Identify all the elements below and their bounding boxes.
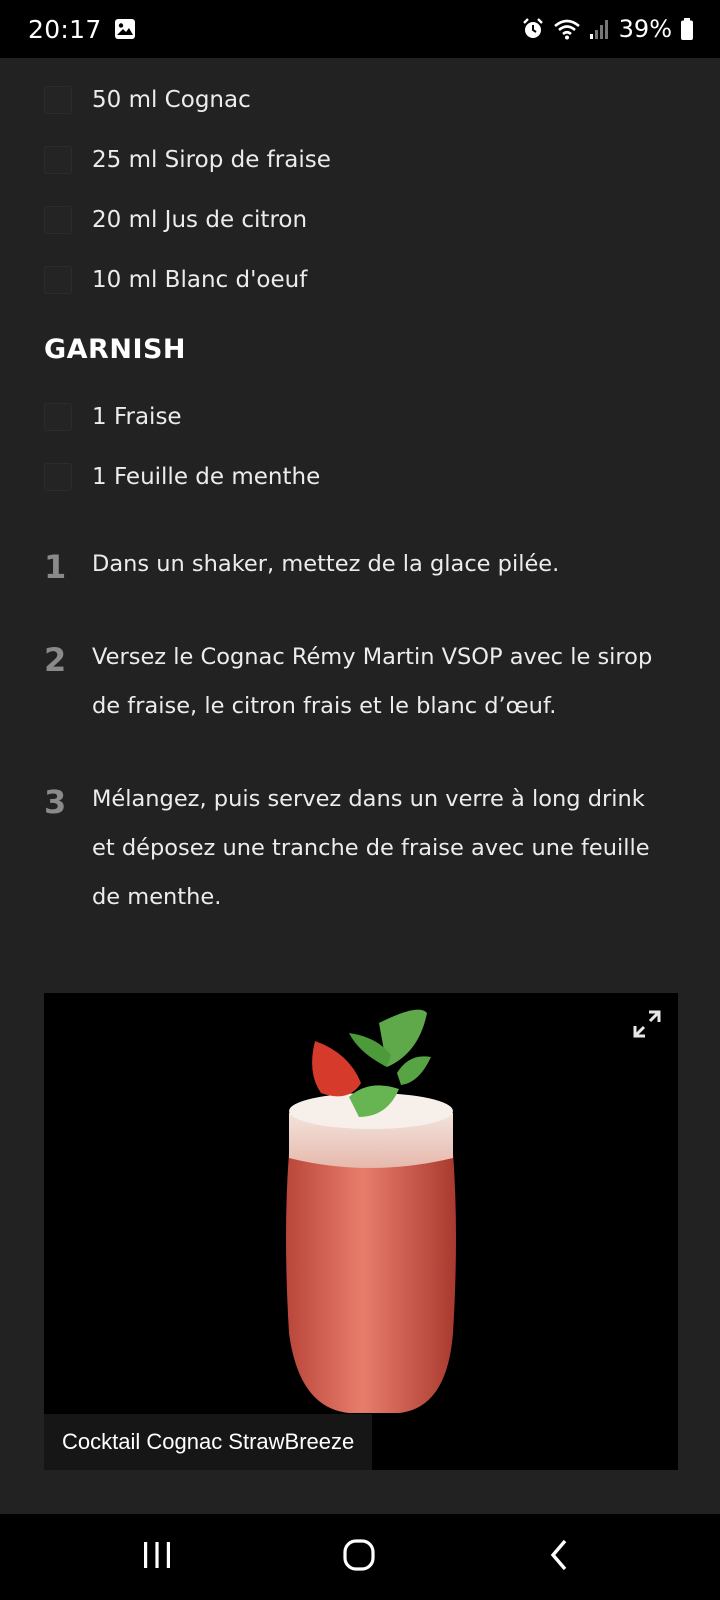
signal-icon <box>589 18 611 40</box>
ingredient-label: 10 ml Blanc d'oeuf <box>92 267 308 293</box>
battery-icon <box>680 17 694 41</box>
navigation-bar <box>0 1514 720 1600</box>
ingredient-checkbox[interactable] <box>44 146 72 174</box>
recipe-step: 1 Dans un shaker, mettez de la glace pil… <box>44 550 684 589</box>
photo-caption: Cocktail Cognac StrawBreeze <box>44 1414 373 1470</box>
recents-button[interactable] <box>97 1514 217 1600</box>
step-number: 2 <box>44 641 67 679</box>
garnish-label: 1 Fraise <box>92 404 182 430</box>
ingredient-item[interactable]: 50 ml Cognac <box>44 80 251 120</box>
wifi-icon <box>553 17 581 41</box>
garnish-checkbox[interactable] <box>44 403 72 431</box>
back-icon <box>547 1538 573 1576</box>
home-icon <box>342 1538 376 1576</box>
ingredient-item[interactable]: 25 ml Sirop de fraise <box>44 140 331 180</box>
garnish-checkbox[interactable] <box>44 463 72 491</box>
back-button[interactable] <box>500 1514 620 1600</box>
step-number: 1 <box>44 548 67 586</box>
alarm-icon <box>521 17 545 41</box>
recipe-step: 2 Versez le Cognac Rémy Martin VSOP avec… <box>44 643 684 731</box>
ingredient-checkbox[interactable] <box>44 266 72 294</box>
ingredient-item[interactable]: 20 ml Jus de citron <box>44 200 307 240</box>
step-text: Versez le Cognac Rémy Martin VSOP avec l… <box>92 644 653 719</box>
battery-percent: 39% <box>618 15 672 43</box>
garnish-label: 1 Feuille de menthe <box>92 464 321 490</box>
step-text: Mélangez, puis servez dans un verre à lo… <box>92 786 650 910</box>
cocktail-photo[interactable]: Cocktail Cognac StrawBreeze <box>44 993 678 1470</box>
recipe-step: 3 Mélangez, puis servez dans un verre à … <box>44 785 684 922</box>
step-text: Dans un shaker, mettez de la glace pilée… <box>92 551 560 577</box>
step-number: 3 <box>44 783 67 821</box>
gallery-icon <box>114 18 136 40</box>
status-bar: 20:17 39% <box>0 0 720 58</box>
garnish-item[interactable]: 1 Fraise <box>44 397 182 437</box>
garnish-heading: GARNISH <box>44 334 187 365</box>
ingredient-checkbox[interactable] <box>44 86 72 114</box>
home-button[interactable] <box>299 1514 419 1600</box>
ingredient-label: 20 ml Jus de citron <box>92 207 308 233</box>
garnish-item[interactable]: 1 Feuille de menthe <box>44 457 320 497</box>
expand-icon[interactable] <box>632 1009 662 1039</box>
ingredient-label: 50 ml Cognac <box>92 87 251 113</box>
ingredient-checkbox[interactable] <box>44 206 72 234</box>
ingredient-label: 25 ml Sirop de fraise <box>92 147 331 173</box>
recents-icon <box>140 1540 174 1574</box>
recipe-content: 50 ml Cognac 25 ml Sirop de fraise 20 ml… <box>0 58 720 1514</box>
ingredient-item[interactable]: 10 ml Blanc d'oeuf <box>44 260 307 300</box>
cocktail-illustration <box>286 1009 456 1413</box>
status-time: 20:17 <box>28 14 102 44</box>
